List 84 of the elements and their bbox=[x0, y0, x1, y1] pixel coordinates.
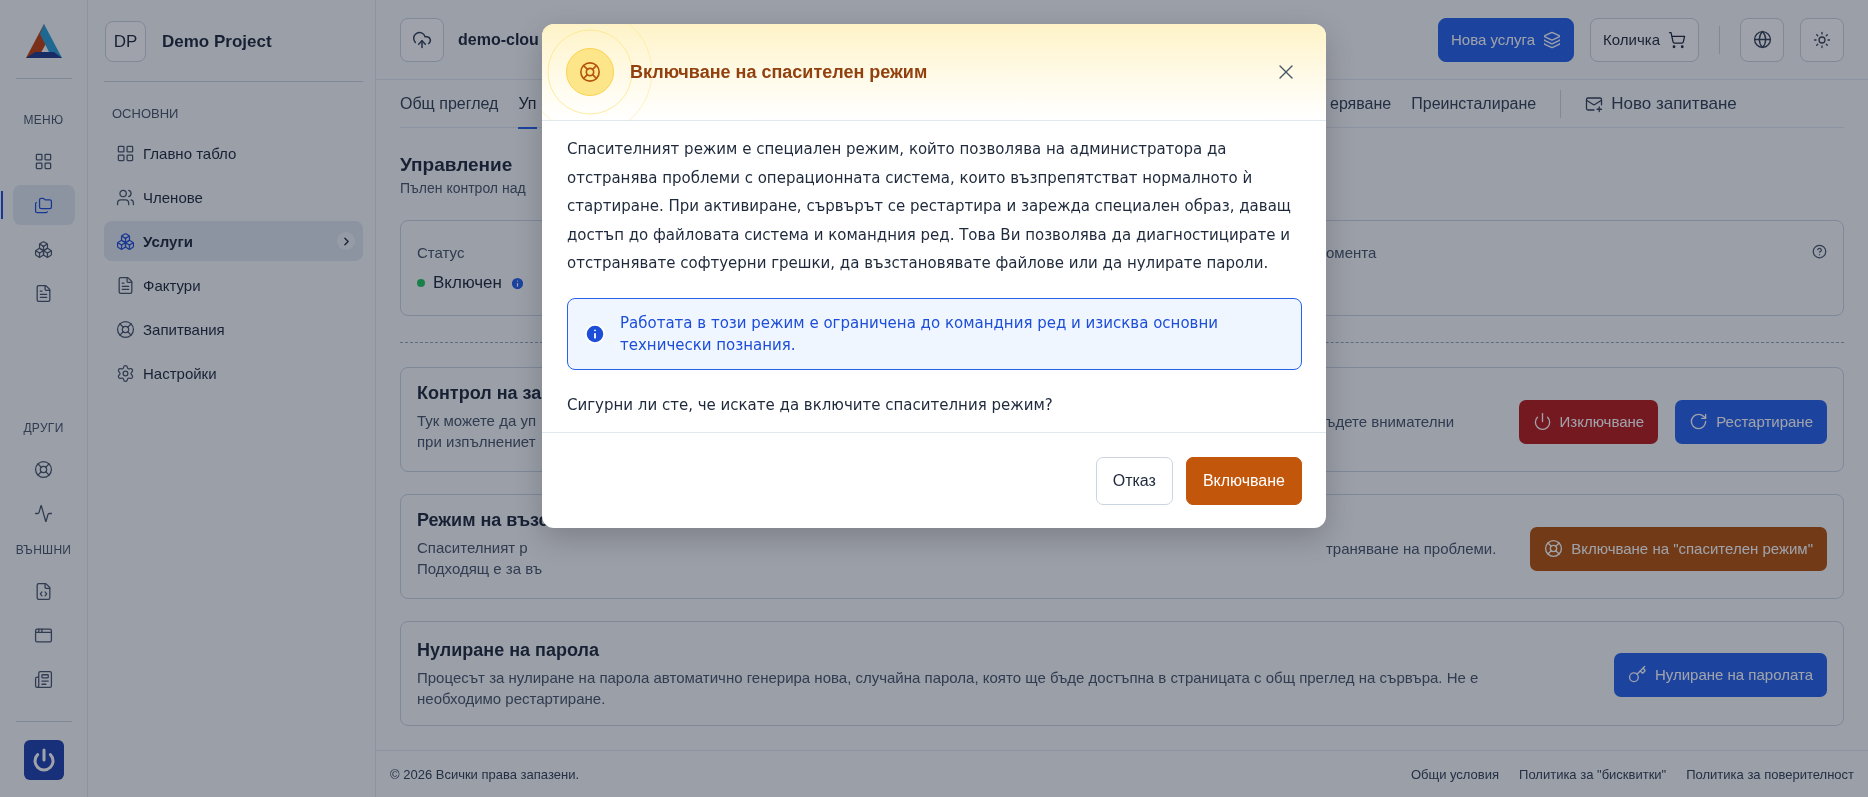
status-label: Статус bbox=[417, 244, 466, 261]
footer-link[interactable]: Политика за "бисквитки" bbox=[1519, 766, 1667, 782]
tab[interactable]: Уп bbox=[518, 80, 537, 129]
action-button[interactable]: Включване на "спасителен режим" bbox=[1530, 526, 1827, 571]
theme-button[interactable] bbox=[1800, 17, 1844, 62]
power-icon bbox=[1532, 412, 1552, 431]
lifebuoy-icon bbox=[566, 48, 614, 96]
restart-icon bbox=[1689, 412, 1709, 431]
project-title: demo-clou bbox=[458, 30, 539, 49]
power-icon bbox=[31, 748, 56, 772]
grid-icon bbox=[34, 151, 53, 171]
document-icon bbox=[34, 283, 53, 303]
sidebar-item[interactable]: Запитвания bbox=[104, 309, 363, 349]
card-description: при изпълнениет bbox=[417, 432, 537, 452]
footer-link[interactable]: Политика за поверителност bbox=[1686, 766, 1854, 782]
rail-section-label: МЕНЮ bbox=[23, 113, 64, 127]
sidebar-item[interactable]: Главно табло bbox=[104, 133, 363, 173]
settings-icon bbox=[116, 363, 135, 383]
card-title: Нулиране на парола bbox=[417, 640, 600, 661]
card-description: Спасителният р bbox=[417, 538, 529, 558]
code-file-icon bbox=[34, 581, 53, 601]
card-title: Контрол на за bbox=[417, 383, 542, 404]
chevron-icon bbox=[337, 232, 355, 250]
tab[interactable]: Общ преглед bbox=[400, 80, 499, 129]
language-button[interactable] bbox=[1740, 17, 1784, 62]
info-icon bbox=[584, 322, 606, 345]
active-indicator bbox=[0, 191, 3, 219]
header-button[interactable]: Нова услуга bbox=[1438, 17, 1575, 62]
cancel-button[interactable]: Отказ bbox=[1095, 456, 1173, 505]
dialog-title: Включване на спасителен режим bbox=[630, 61, 929, 83]
dialog-text: Спасителният режим е специален режим, който позволява на администратора да отстранява проблеми с операционната система, които възпрепятстват нормалното ѝ стартиране. При активиране, сървърът се рестартира и зарежда специален образ, даващ достъп до файловата система и командния ред. Това Ви позволява да диагностицирате и отстранявате софтуерни грешки, да възстановявате файлове или да нулирате пароли. bbox=[567, 139, 1292, 275]
grid-icon bbox=[116, 143, 135, 163]
card-description: Тук можете да уп bbox=[417, 411, 537, 431]
app-button[interactable] bbox=[23, 740, 64, 780]
sidebar-item[interactable]: Настройки bbox=[104, 353, 363, 393]
logo-icon bbox=[23, 22, 64, 60]
lifebuoy-icon bbox=[34, 459, 53, 479]
section-title: Управление bbox=[400, 154, 514, 176]
confirm-question: Сигурни ли сте, че искате да включите спасителния режим? bbox=[567, 395, 1054, 414]
cart-icon bbox=[1668, 30, 1686, 49]
globe-icon bbox=[1752, 30, 1772, 49]
lifebuoy-icon bbox=[116, 319, 135, 339]
footer-link[interactable]: Общи условия bbox=[1410, 766, 1500, 782]
key-icon bbox=[1627, 665, 1647, 684]
info-icon bbox=[509, 275, 525, 291]
cloud-upload-button[interactable] bbox=[400, 17, 444, 62]
project-name: Demo Project bbox=[162, 31, 272, 52]
help-icon bbox=[1812, 244, 1827, 259]
card-description: ъдете внимателни bbox=[1326, 412, 1455, 432]
layers-icon bbox=[1543, 30, 1562, 49]
users-icon bbox=[116, 187, 135, 207]
header-button[interactable]: Количка bbox=[1590, 17, 1699, 62]
folders-icon bbox=[34, 195, 53, 215]
sidebar-item[interactable]: Фактури bbox=[104, 265, 363, 305]
rail-section-label: ДРУГИ bbox=[23, 421, 64, 435]
cloud-upload-icon bbox=[412, 29, 432, 50]
lifebuoy-icon bbox=[1544, 539, 1564, 558]
document-icon bbox=[116, 275, 135, 295]
tab[interactable]: Преинсталиране bbox=[1411, 80, 1537, 129]
sidebar-item[interactable]: Членове bbox=[104, 177, 363, 217]
rail-section-label: ВЪНШНИ bbox=[15, 543, 72, 557]
new-inquiry-tab[interactable]: Ново запитване bbox=[1585, 80, 1737, 128]
card-description: Подходящ е за въ bbox=[417, 559, 542, 579]
status-value: Включен bbox=[433, 273, 502, 293]
pulse-icon bbox=[34, 503, 53, 523]
boxes-icon bbox=[34, 239, 53, 259]
action-button[interactable]: Изключване bbox=[1518, 399, 1659, 444]
boxes-icon bbox=[116, 231, 135, 251]
stat-label: омента bbox=[1326, 244, 1377, 261]
copyright-text: © 2026 Всички права запазени. bbox=[390, 766, 579, 782]
tab[interactable]: еряване bbox=[1330, 80, 1392, 129]
card-description: траняване на проблеми. bbox=[1326, 539, 1497, 559]
sun-icon bbox=[1813, 30, 1831, 49]
mail-plus-icon bbox=[1585, 95, 1604, 113]
sidebar-item[interactable]: Услуги bbox=[104, 221, 363, 261]
confirm-button[interactable]: Включване bbox=[1185, 456, 1302, 505]
section-label: ОСНОВНИ bbox=[112, 106, 180, 121]
project-avatar: DP bbox=[105, 21, 146, 62]
status-dot bbox=[417, 279, 425, 287]
newspaper-icon bbox=[34, 669, 53, 689]
notice-text: Работата в този режим е ограничена до командния ред и изисква основни технически познания. bbox=[620, 312, 1219, 356]
action-button[interactable]: Рестартиране bbox=[1675, 399, 1827, 444]
action-button[interactable]: Нулиране на паролата bbox=[1613, 652, 1827, 697]
card-description: Процесът за нулиране на парола автоматично генерира нова, случайна парола, която ще бъде достъпна в страницата с общ преглед на сървъра. Не е необходимо рестартиране. bbox=[417, 668, 1480, 709]
